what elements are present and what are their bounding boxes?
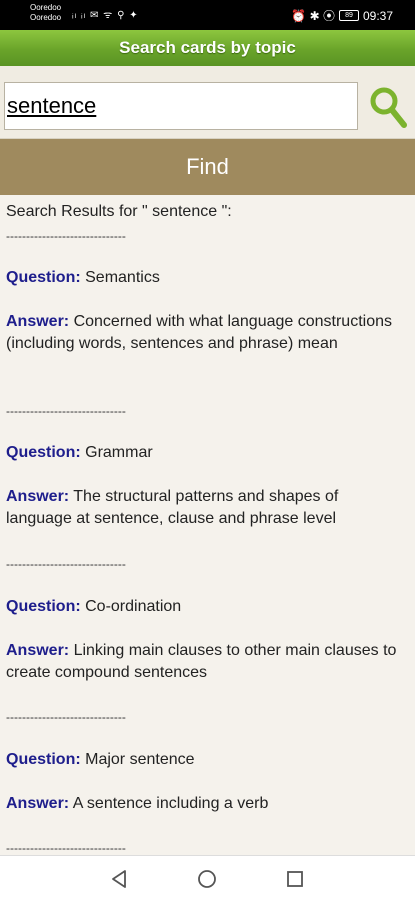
answer-label: Answer: — [6, 313, 70, 330]
answer-label: Answer: — [6, 488, 70, 505]
separator: ------------------------------ — [6, 229, 126, 243]
answer-label: Answer: — [6, 795, 70, 812]
search-icon — [370, 87, 407, 128]
home-button[interactable] — [196, 868, 218, 890]
search-button[interactable] — [364, 80, 412, 134]
recents-icon — [287, 871, 303, 887]
clock: 09:37 — [362, 8, 393, 23]
list-item: Question: Co-ordination — [6, 596, 401, 618]
list-item: Question: Grammar — [6, 442, 401, 464]
status-bar: Ooredoo Ooredoo ᵢₗ ᵢₗ ✉ ᯤ ⚲ ✦ ⏰ ✱ ⦿ 89 0… — [0, 0, 415, 30]
question-text: Major sentence — [85, 751, 195, 768]
question-text: Grammar — [85, 444, 153, 461]
status-icons-left: ᵢₗ ᵢₗ ✉ ᯤ ⚲ ✦ — [72, 10, 139, 21]
list-item: Answer: Linking main clauses to other ma… — [6, 640, 401, 684]
results-heading: Search Results for " sentence ": — [6, 203, 232, 220]
question-label: Question: — [6, 269, 81, 286]
question-label: Question: — [6, 598, 81, 615]
list-item: Answer: A sentence including a verb — [6, 793, 401, 815]
list-item: Answer: Concerned with what language con… — [6, 311, 401, 355]
carrier-2: Ooredoo — [30, 13, 62, 22]
answer-text: A sentence including a verb — [72, 795, 269, 812]
page-title: Search cards by topic — [0, 30, 415, 66]
list-item: Question: Semantics — [6, 267, 401, 289]
carrier-labels: Ooredoo Ooredoo — [30, 3, 61, 23]
back-icon — [112, 870, 126, 888]
results-panel: Search Results for " sentence ": -------… — [0, 195, 415, 855]
separator: ------------------------------ — [6, 404, 126, 418]
list-item: Answer: The structural patterns and shap… — [6, 486, 401, 530]
back-button[interactable] — [108, 868, 130, 890]
status-right: ⏰ ✱ ⦿ 89 09:37 — [291, 7, 393, 24]
question-text: Semantics — [85, 269, 160, 286]
list-item: Question: Major sentence — [6, 749, 401, 771]
navigation-bar — [0, 855, 415, 901]
answer-label: Answer: — [6, 642, 70, 659]
recents-button[interactable] — [284, 868, 306, 890]
question-label: Question: — [6, 444, 81, 461]
home-icon — [198, 870, 216, 888]
question-label: Question: — [6, 751, 81, 768]
separator: ------------------------------ — [6, 710, 126, 724]
separator: ------------------------------ — [6, 557, 126, 571]
question-text: Co-ordination — [85, 598, 182, 615]
search-input[interactable]: sentence — [4, 82, 358, 130]
separator: ------------------------------ — [6, 841, 126, 855]
battery-icon: 89 — [338, 10, 359, 21]
find-button[interactable]: Find — [0, 139, 415, 195]
status-icons-right: ⏰ ✱ ⦿ — [291, 9, 335, 23]
search-row: sentence — [0, 66, 415, 139]
carrier-1: Ooredoo — [30, 3, 62, 12]
